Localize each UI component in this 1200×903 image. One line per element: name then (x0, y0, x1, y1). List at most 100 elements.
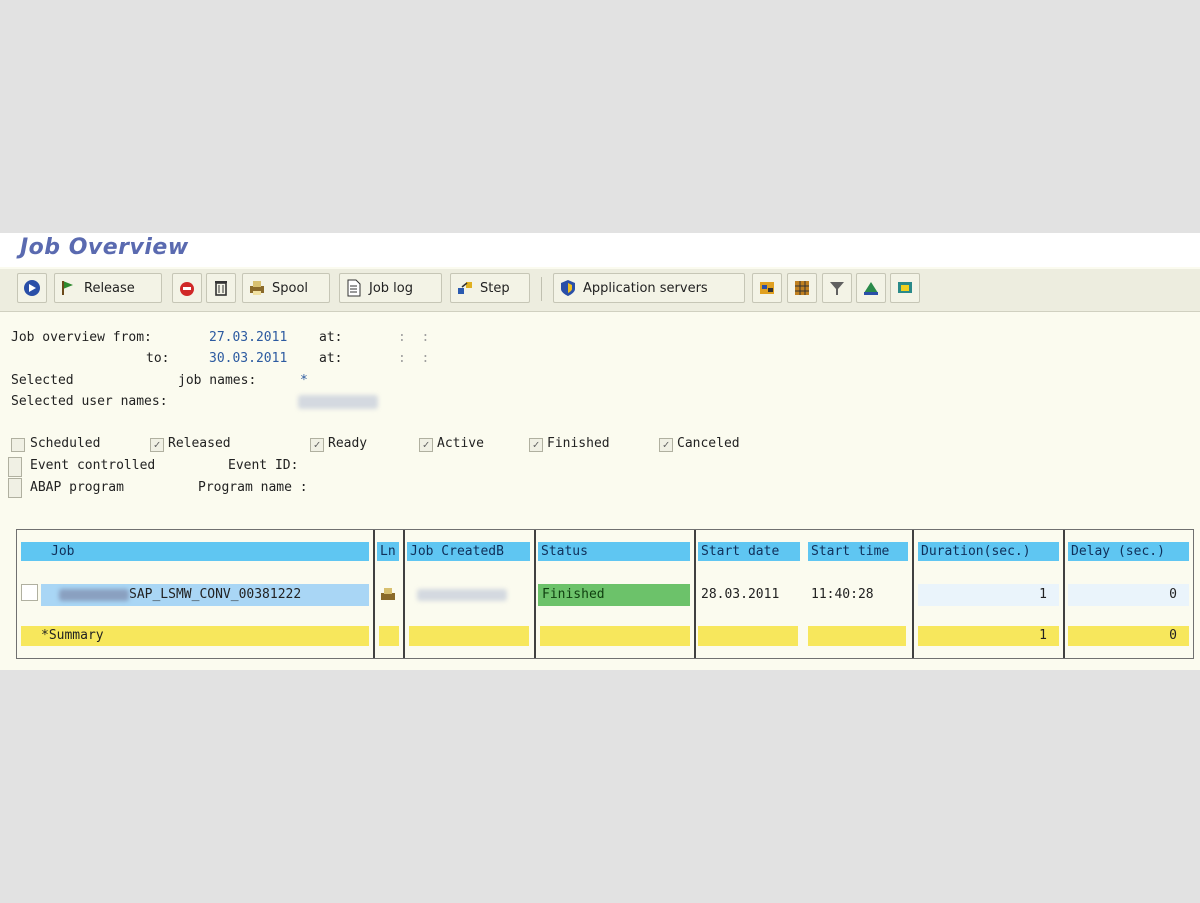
released-label: Released (168, 436, 231, 451)
delete-icon (180, 282, 194, 296)
program-name-label: Program name : (198, 480, 308, 495)
application-servers-label: Application servers (583, 280, 708, 296)
summary-duration: 1 (918, 626, 1059, 646)
abap-program-checkbox[interactable] (8, 478, 22, 498)
header-start-date[interactable]: Start date (698, 542, 800, 561)
trash-icon (215, 281, 227, 296)
release-icon (62, 281, 73, 295)
event-id-label: Event ID: (228, 458, 299, 473)
from-label: Job overview from: (11, 330, 152, 345)
start-date-cell: 28.03.2011 (701, 587, 780, 602)
spool-button[interactable]: Spool (242, 273, 330, 303)
job-names-value: * (300, 373, 308, 388)
header-job[interactable]: Job (21, 542, 369, 561)
event-controlled-checkbox[interactable] (8, 457, 22, 477)
print-button[interactable] (856, 273, 886, 303)
job-name-prefix-redacted (59, 588, 129, 601)
active-checkbox[interactable]: ✓ (419, 438, 433, 452)
job-table: Job Ln Job CreatedB Status Start date St… (16, 529, 1194, 659)
print-icon (864, 282, 878, 295)
job-created-by-cell (407, 584, 530, 606)
duration-cell: 1 (918, 584, 1059, 606)
summary-label: *Summary (21, 626, 369, 646)
page-title: Job Overview (20, 235, 189, 260)
settings-icon (760, 282, 774, 294)
delete-button[interactable] (172, 273, 202, 303)
title-bar: Job Overview (0, 233, 1200, 267)
header-duration[interactable]: Duration(sec.) (918, 542, 1059, 561)
column-divider (694, 530, 696, 658)
filter-icon (830, 282, 844, 295)
server-icon (561, 280, 575, 296)
finished-checkbox[interactable]: ✓ (529, 438, 543, 452)
summary-cell (379, 626, 399, 646)
column-divider (912, 530, 914, 658)
summary-cell (698, 626, 798, 646)
summary-cell (808, 626, 906, 646)
user-names-value-redacted (298, 395, 378, 409)
step-label: Step (480, 280, 510, 296)
summary-cell (409, 626, 529, 646)
abap-program-label: ABAP program (30, 480, 124, 495)
from-time[interactable]: : : (398, 330, 429, 345)
header-ln[interactable]: Ln (377, 542, 399, 561)
to-label: to: (146, 351, 170, 366)
to-date: 30.03.2011 (209, 351, 288, 366)
column-divider (373, 530, 375, 658)
toolbar-separator (541, 277, 542, 301)
header-delay[interactable]: Delay (sec.) (1068, 542, 1189, 561)
created-by-redacted (417, 589, 507, 601)
spool-label: Spool (272, 280, 309, 296)
job-overview-window: Job Overview Release Spool Job log Step (0, 233, 1200, 670)
table-row-job[interactable]: SAP_LSMW_CONV_00381222 (41, 584, 369, 606)
spool-icon (250, 281, 264, 295)
job-names-label: job names: (178, 373, 257, 388)
header-status[interactable]: Status (538, 542, 690, 561)
user-names-label: Selected user names: (11, 394, 168, 409)
trash-button[interactable] (206, 273, 236, 303)
application-servers-button[interactable]: Application servers (553, 273, 745, 303)
row-select-checkbox[interactable] (21, 584, 38, 601)
scheduled-label: Scheduled (30, 436, 101, 451)
execute-button[interactable] (17, 273, 47, 303)
job-log-button[interactable]: Job log (339, 273, 442, 303)
grid-button[interactable] (787, 273, 817, 303)
release-label: Release (84, 280, 135, 296)
from-date: 27.03.2011 (209, 330, 288, 345)
summary-cell (540, 626, 690, 646)
canceled-label: Canceled (677, 436, 740, 451)
job-log-label: Job log (369, 280, 413, 296)
settings-button[interactable] (752, 273, 782, 303)
step-button[interactable]: Step (450, 273, 530, 303)
application-toolbar: Release Spool Job log Step Application s… (0, 269, 1200, 312)
finished-label: Finished (547, 436, 610, 451)
delay-cell: 0 (1068, 584, 1189, 606)
to-at-label: at: (319, 351, 343, 366)
ready-label: Ready (328, 436, 368, 451)
header-job-created-by[interactable]: Job CreatedB (407, 542, 530, 561)
export-icon (898, 282, 912, 293)
release-button[interactable]: Release (54, 273, 162, 303)
filter-button[interactable] (822, 273, 852, 303)
event-controlled-label: Event controlled (30, 458, 156, 473)
from-at-label: at: (319, 330, 343, 345)
scheduled-checkbox[interactable] (11, 438, 25, 452)
column-divider (534, 530, 536, 658)
selected-label: Selected (11, 373, 74, 388)
spool-list-icon (381, 588, 395, 600)
active-label: Active (437, 436, 484, 451)
to-time[interactable]: : : (398, 351, 429, 366)
column-divider (403, 530, 405, 658)
ready-checkbox[interactable]: ✓ (310, 438, 324, 452)
job-name: SAP_LSMW_CONV_00381222 (129, 587, 302, 602)
step-icon (458, 282, 472, 294)
summary-delay: 0 (1068, 626, 1189, 646)
grid-icon (795, 281, 809, 295)
header-start-time[interactable]: Start time (808, 542, 908, 561)
status-cell: Finished (538, 584, 690, 606)
job-log-cell[interactable] (379, 584, 401, 606)
execute-icon (24, 280, 40, 296)
export-button[interactable] (890, 273, 920, 303)
released-checkbox[interactable]: ✓ (150, 438, 164, 452)
canceled-checkbox[interactable]: ✓ (659, 438, 673, 452)
